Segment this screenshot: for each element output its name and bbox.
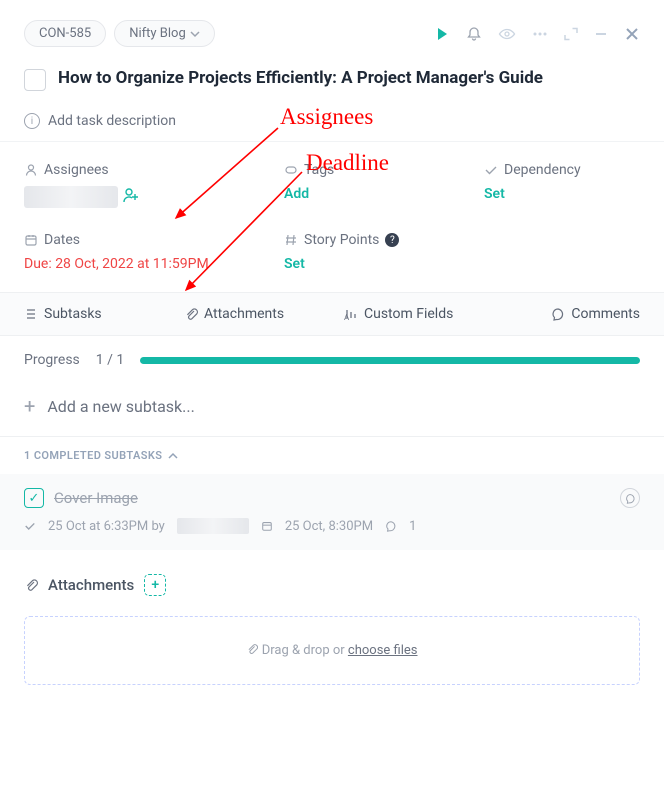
add-description[interactable]: i Add task description <box>0 99 664 141</box>
subtask-comment-count: 1 <box>409 519 416 534</box>
add-assignee-button[interactable] <box>122 186 140 208</box>
hash-icon <box>284 233 298 247</box>
comment-icon <box>551 307 565 321</box>
author-redacted <box>177 518 249 534</box>
expand-icon[interactable] <box>564 27 578 41</box>
check-small-icon <box>24 520 36 532</box>
svg-text:A: A <box>344 313 350 321</box>
help-icon[interactable]: ? <box>385 233 399 247</box>
minimize-icon[interactable] <box>594 27 608 41</box>
comment-small-icon <box>385 520 397 532</box>
tab-comments[interactable]: Comments <box>492 293 664 335</box>
bell-icon[interactable] <box>466 26 482 42</box>
dates-field: Dates Due: 28 Oct, 2022 at 11:59PM <box>24 232 284 272</box>
dependency-field: Dependency Set <box>484 162 640 208</box>
list-icon <box>24 307 38 321</box>
add-tag-button[interactable]: Add <box>284 186 309 202</box>
assignee-redacted <box>24 186 118 208</box>
close-icon[interactable] <box>624 26 640 42</box>
subtask-item[interactable]: ✓ Cover Image 25 Oct at 6:33PM by 25 Oct… <box>0 474 664 550</box>
tab-attachments[interactable]: Attachments <box>172 293 332 335</box>
subtask-name: Cover Image <box>54 489 138 507</box>
calendar-icon <box>24 233 38 247</box>
paperclip-icon <box>246 643 258 655</box>
attachment-dropzone[interactable]: Drag & drop or choose files <box>24 616 640 685</box>
fields-icon: A <box>344 307 358 321</box>
project-pill[interactable]: Nifty Blog <box>114 20 215 47</box>
progress-count: 1 / 1 <box>96 352 124 368</box>
tab-subtasks[interactable]: Subtasks <box>0 293 172 335</box>
paperclip-icon <box>184 307 198 321</box>
task-id-pill[interactable]: CON-585 <box>24 20 106 47</box>
tags-field: Tags Add <box>284 162 484 208</box>
chevron-up-icon <box>168 451 178 461</box>
plus-icon: + <box>24 394 35 418</box>
complete-checkbox[interactable] <box>24 69 46 91</box>
add-subtask-button[interactable]: + Add a new subtask... <box>0 384 664 436</box>
person-icon <box>24 163 38 177</box>
paperclip-icon <box>24 578 38 592</box>
check-icon <box>484 163 498 177</box>
add-attachment-button[interactable]: + <box>144 574 166 596</box>
tag-icon <box>284 163 298 177</box>
set-story-points-button[interactable]: Set <box>284 256 305 272</box>
task-title[interactable]: How to Organize Projects Efficiently: A … <box>58 67 543 91</box>
completed-subtasks-toggle[interactable]: 1 COMPLETED SUBTASKS <box>0 436 664 474</box>
tab-custom-fields[interactable]: ACustom Fields <box>332 293 492 335</box>
more-icon[interactable] <box>532 26 548 42</box>
subtask-comment-badge[interactable] <box>620 488 640 508</box>
subtask-completed-at: 25 Oct at 6:33PM by <box>48 519 165 534</box>
subtask-checkbox[interactable]: ✓ <box>24 488 44 508</box>
set-dependency-button[interactable]: Set <box>484 186 505 202</box>
assignees-field: Assignees <box>24 162 284 208</box>
progress-bar <box>140 357 640 364</box>
choose-files-link[interactable]: choose files <box>348 643 418 658</box>
eye-icon[interactable] <box>498 25 516 43</box>
story-points-field: Story Points ? Set <box>284 232 484 272</box>
due-date[interactable]: Due: 28 Oct, 2022 at 11:59PM <box>24 256 209 272</box>
play-icon[interactable] <box>434 26 450 42</box>
progress-label: Progress <box>24 352 80 368</box>
calendar-small-icon <box>261 520 273 532</box>
chevron-down-icon <box>190 29 200 39</box>
subtask-due: 25 Oct, 8:30PM <box>285 519 373 534</box>
info-icon: i <box>24 113 40 129</box>
attachments-label: Attachments <box>48 576 134 594</box>
